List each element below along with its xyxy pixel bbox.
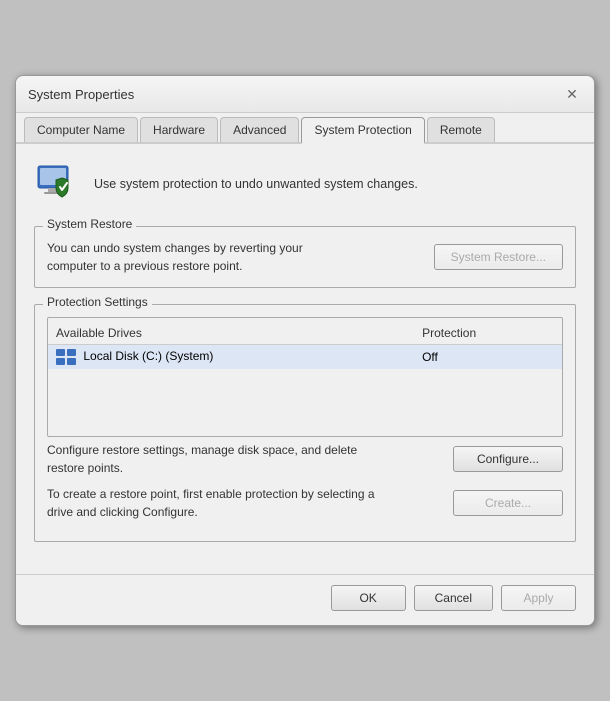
drive-name: Local Disk (C:) (System) — [48, 345, 414, 370]
protection-icon — [34, 160, 82, 208]
close-button[interactable]: ✕ — [562, 84, 582, 104]
configure-row: Configure restore settings, manage disk … — [47, 441, 563, 477]
protection-settings-section: Protection Settings Available Drives Pro… — [34, 304, 576, 542]
drive-name-text: Local Disk (C:) (System) — [83, 349, 213, 363]
apply-button[interactable]: Apply — [501, 585, 576, 611]
drives-table: Available Drives Protection — [48, 322, 562, 369]
system-restore-button[interactable]: System Restore... — [434, 244, 563, 270]
info-section: Use system protection to undo unwanted s… — [34, 160, 576, 208]
drive-icon — [56, 349, 76, 365]
system-restore-legend: System Restore — [43, 217, 136, 231]
create-button[interactable]: Create... — [453, 490, 563, 516]
drives-table-wrapper: Available Drives Protection — [47, 317, 563, 437]
configure-text: Configure restore settings, manage disk … — [47, 441, 387, 477]
ok-button[interactable]: OK — [331, 585, 406, 611]
system-restore-description: You can undo system changes by reverting… — [47, 239, 347, 275]
tab-advanced[interactable]: Advanced — [220, 117, 299, 142]
create-row: To create a restore point, first enable … — [47, 485, 563, 521]
col-protection: Protection — [414, 322, 562, 345]
table-row[interactable]: Local Disk (C:) (System) Off — [48, 345, 562, 370]
title-bar: System Properties ✕ — [16, 76, 594, 113]
col-drives: Available Drives — [48, 322, 414, 345]
tab-computer-name[interactable]: Computer Name — [24, 117, 138, 142]
tab-system-protection[interactable]: System Protection — [301, 117, 424, 144]
drive-protection-status: Off — [414, 345, 562, 370]
configure-button[interactable]: Configure... — [453, 446, 563, 472]
tab-hardware[interactable]: Hardware — [140, 117, 218, 142]
dialog-title: System Properties — [28, 87, 134, 102]
system-restore-section: System Restore You can undo system chang… — [34, 226, 576, 288]
create-text: To create a restore point, first enable … — [47, 485, 387, 521]
tab-bar: Computer Name Hardware Advanced System P… — [16, 113, 594, 144]
system-properties-dialog: System Properties ✕ Computer Name Hardwa… — [15, 75, 595, 626]
protection-settings-legend: Protection Settings — [43, 295, 152, 309]
dialog-footer: OK Cancel Apply — [16, 574, 594, 625]
info-text: Use system protection to undo unwanted s… — [94, 177, 418, 191]
protection-bottom: Configure restore settings, manage disk … — [47, 441, 563, 521]
cancel-button[interactable]: Cancel — [414, 585, 493, 611]
tab-remote[interactable]: Remote — [427, 117, 495, 142]
tab-content: Use system protection to undo unwanted s… — [16, 144, 594, 574]
system-restore-inner: You can undo system changes by reverting… — [47, 239, 563, 275]
